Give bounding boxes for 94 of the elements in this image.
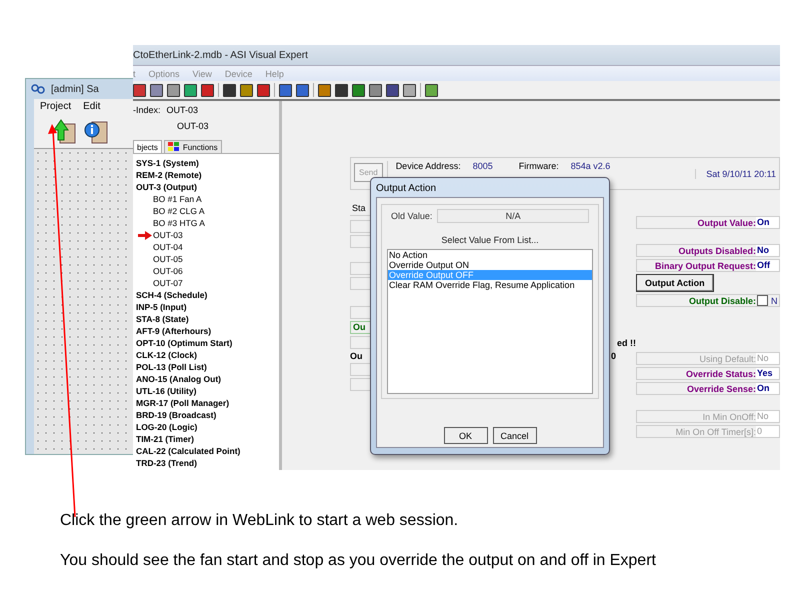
field-value: No [756, 245, 779, 256]
toolbar-icon[interactable] [352, 84, 365, 96]
toolbar-icon[interactable] [240, 84, 253, 96]
tree-item[interactable]: OUT-05 [153, 254, 183, 264]
checkbox-label: N [771, 296, 778, 306]
tree-item[interactable]: TIM-21 (Timer) [136, 434, 194, 444]
tree-item[interactable]: INP-5 (Input) [136, 302, 187, 312]
old-value-label: Old Value: [391, 211, 432, 221]
field-value: No [756, 353, 779, 364]
toolbar-icon[interactable] [318, 84, 331, 96]
toolbar-icon[interactable] [335, 84, 348, 96]
tree-item[interactable]: CLK-12 (Clock) [136, 350, 197, 360]
tree-item[interactable]: REM-2 (Remote) [136, 170, 202, 180]
caption-text: You should see the fan start and stop as you override the output on and off in Expert [60, 552, 656, 570]
warning-text: ed !! [617, 338, 636, 348]
tree-item[interactable]: AFT-9 (Afterhours) [136, 326, 212, 336]
index-label: -Index: [133, 105, 161, 115]
toolbar-icon[interactable] [133, 84, 146, 96]
tree-item[interactable]: CAL-22 (Calculated Point) [136, 446, 240, 456]
tab[interactable]: Functions [164, 140, 222, 153]
field-label: Override Sense: [686, 384, 756, 394]
tree-item[interactable]: BO #3 HTG A [153, 218, 205, 228]
app-logo-icon [31, 83, 45, 95]
tab[interactable]: bjects [133, 140, 162, 153]
tree-item[interactable]: BO #2 CLG A [153, 206, 204, 216]
field-value: No [756, 411, 779, 422]
tree-item[interactable]: SYS-1 (System) [136, 158, 199, 168]
checkbox[interactable] [757, 295, 768, 306]
field-label: Output Value: [696, 218, 756, 228]
field-label: Binary Output Request: [654, 260, 756, 270]
object-name: OUT-03 [176, 120, 210, 131]
old-value-field: N/A [437, 209, 589, 223]
menu-item[interactable]: Project [40, 101, 72, 112]
tree-item[interactable]: ANO-15 (Analog Out) [136, 374, 221, 384]
toolbar-icon[interactable] [150, 84, 163, 96]
menu-item[interactable]: Edit [83, 101, 100, 112]
date-time: Sat 9/10/11 20:11 [695, 168, 776, 178]
tree-item[interactable]: OUT-03 [153, 230, 183, 240]
field-value: Yes [756, 368, 779, 379]
list-option[interactable]: Clear RAM Override Flag, Resume Application [388, 280, 592, 290]
tree-item[interactable]: OUT-06 [153, 266, 183, 276]
toolbar-icon[interactable] [279, 84, 292, 96]
tree-item[interactable]: BO #1 Fan A [153, 194, 202, 204]
toolbar-icon[interactable] [296, 84, 309, 96]
tree-item[interactable]: OUT-04 [153, 242, 183, 252]
field-label: Override Status: [684, 368, 756, 378]
toolbar-icon[interactable] [184, 84, 197, 96]
device-address-label: Device Address: [396, 161, 461, 171]
toolbar-icon[interactable] [223, 84, 236, 96]
field-label: Outputs Disabled: [677, 246, 756, 256]
tree-item[interactable]: UTL-16 (Utility) [136, 386, 196, 396]
list-option[interactable]: No Action [388, 250, 592, 260]
field-label: Using Default: [698, 354, 756, 364]
field-label: Ou [350, 351, 362, 361]
list-option[interactable]: Override Output ON [388, 260, 592, 270]
field-value: Off [756, 260, 779, 271]
tree-item[interactable]: BRD-19 (Broadcast) [136, 410, 216, 420]
window-title: CtoEtherLink-2.mdb - ASI Visual Expert [133, 50, 308, 60]
output-action-button[interactable]: Output Action [636, 274, 714, 292]
list-prompt: Select Value From List... [440, 235, 540, 245]
tree-item[interactable]: POL-13 (Poll List) [136, 362, 207, 372]
tree-item[interactable]: MGR-17 (Poll Manager) [136, 398, 230, 408]
tree-item[interactable]: OPT-10 (Optimum Start) [136, 338, 232, 348]
cancel-button[interactable]: Cancel [492, 427, 536, 444]
tree-item[interactable]: LOG-20 (Logic) [136, 422, 198, 432]
field-value: On [756, 217, 779, 228]
toolbar-icon[interactable] [257, 84, 270, 96]
caption-text: Click the green arrow in WebLink to start a web session. [60, 512, 460, 530]
device-address: 8005 [472, 161, 493, 171]
arrow-document-icon[interactable] [52, 118, 76, 144]
tree-item[interactable]: SCH-4 (Schedule) [136, 290, 208, 300]
index-value: OUT-03 [166, 105, 198, 115]
tree-item[interactable]: OUT-07 [153, 278, 183, 288]
toolbar-icon[interactable] [403, 84, 416, 96]
firmware-label: Firmware: [518, 161, 559, 171]
firmware-version: 854a v2.6 [570, 161, 610, 171]
grid-icon [168, 142, 180, 152]
tree-item[interactable]: OUT-3 (Output) [136, 182, 197, 192]
tree-item[interactable]: TRD-23 (Trend) [136, 458, 197, 468]
toolbar-icon[interactable] [425, 84, 438, 96]
field-label: Output Disable: [688, 296, 756, 306]
toolbar-icon[interactable] [369, 84, 382, 96]
field-label: Min On Off Timer[s]: [674, 426, 756, 436]
ok-button[interactable]: OK [444, 427, 488, 444]
toolbar-icon[interactable] [386, 84, 399, 96]
field-value: 0 [610, 351, 616, 361]
window-title: [admin] Sa [51, 84, 99, 94]
tree-item[interactable]: STA-8 (State) [136, 314, 189, 324]
field-value: 0 [756, 426, 779, 437]
field-label: In Min OnOff: [702, 412, 756, 422]
dialog-title: Output Action [375, 182, 438, 196]
field-value: On [756, 383, 779, 394]
toolbar-icon[interactable] [167, 84, 180, 96]
toolbar-icon[interactable] [201, 84, 214, 96]
